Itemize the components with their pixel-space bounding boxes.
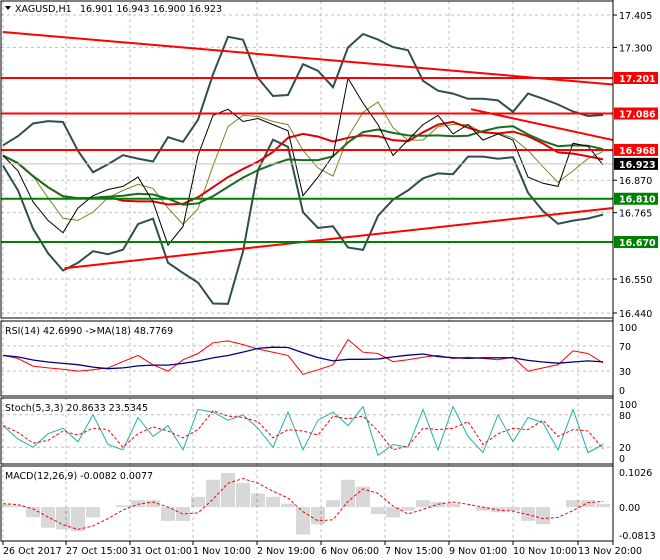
x-tick-label: 31 Oct 01:00 (130, 546, 192, 557)
stoch-title: Stoch(5,3,3) 20.8633 23.5345 (5, 403, 148, 414)
macd-title: MACD(12,26,9) -0.0082 0.0077 (5, 471, 153, 482)
price-tick-label: 16.765 (619, 209, 652, 220)
level-label: 17.201 (619, 74, 656, 85)
x-tick-label: 1 Nov 10:00 (193, 546, 251, 557)
price-tick-label: 17.300 (619, 43, 652, 54)
chart-canvas[interactable]: 26 Oct 2017 27 Oct 15:00 31 Oct 01:00 1 Nov… (0, 0, 660, 560)
level-label: 17.086 (619, 110, 656, 121)
chart-header: XAGUSD,H1 16.901 16.943 16.900 16.923 (5, 4, 222, 15)
x-tick-label: 26 Oct 2017 (3, 546, 62, 557)
x-tick-label: 9 Nov 01:00 (449, 546, 507, 557)
osc-tick-label: 70 (619, 342, 631, 353)
level-label: 16.810 (619, 195, 656, 206)
osc-tick-label: 100 (619, 400, 637, 411)
osc-tick-label: 100 (619, 323, 637, 334)
x-tick-label: 6 Nov 06:00 (321, 546, 379, 557)
current-price-label: 16.923 (619, 160, 656, 171)
x-tick-label: 27 Oct 15:00 (66, 546, 128, 557)
price-tick-label: 16.440 (619, 309, 652, 320)
osc-tick-label: 0 (619, 386, 625, 397)
trading-chart-window: 26 Oct 2017 27 Oct 15:00 31 Oct 01:00 1 Nov… (0, 0, 660, 560)
symbol-label: XAGUSD,H1 (15, 4, 72, 15)
osc-tick-label: 30 (619, 367, 631, 378)
macd-tick-label: 0.1026 (619, 468, 652, 479)
level-label: 16.670 (619, 238, 656, 249)
osc-tick-label: 80 (619, 411, 631, 422)
macd-tick-label: 0.00 (619, 503, 640, 514)
osc-tick-label: 20 (619, 443, 631, 454)
x-tick-label: 10 Nov 10:00 (513, 546, 577, 557)
x-tick-label: 2 Nov 19:00 (257, 546, 315, 557)
macd-tick-label: -0.0813 (619, 531, 656, 542)
rsi-title: RSI(14) 42.6990 ->MA(18) 48.7769 (5, 326, 173, 337)
x-tick-label: 7 Nov 15:00 (385, 546, 443, 557)
osc-tick-label: 0 (619, 454, 625, 465)
level-label: 16.968 (619, 146, 656, 157)
price-tick-label: 16.870 (619, 176, 652, 187)
price-tick-label: 16.550 (619, 275, 652, 286)
x-tick-label: 13 Nov 20:00 (578, 546, 642, 557)
ohlc-values: 16.901 16.943 16.900 16.923 (80, 4, 222, 15)
price-tick-label: 17.405 (619, 11, 652, 22)
